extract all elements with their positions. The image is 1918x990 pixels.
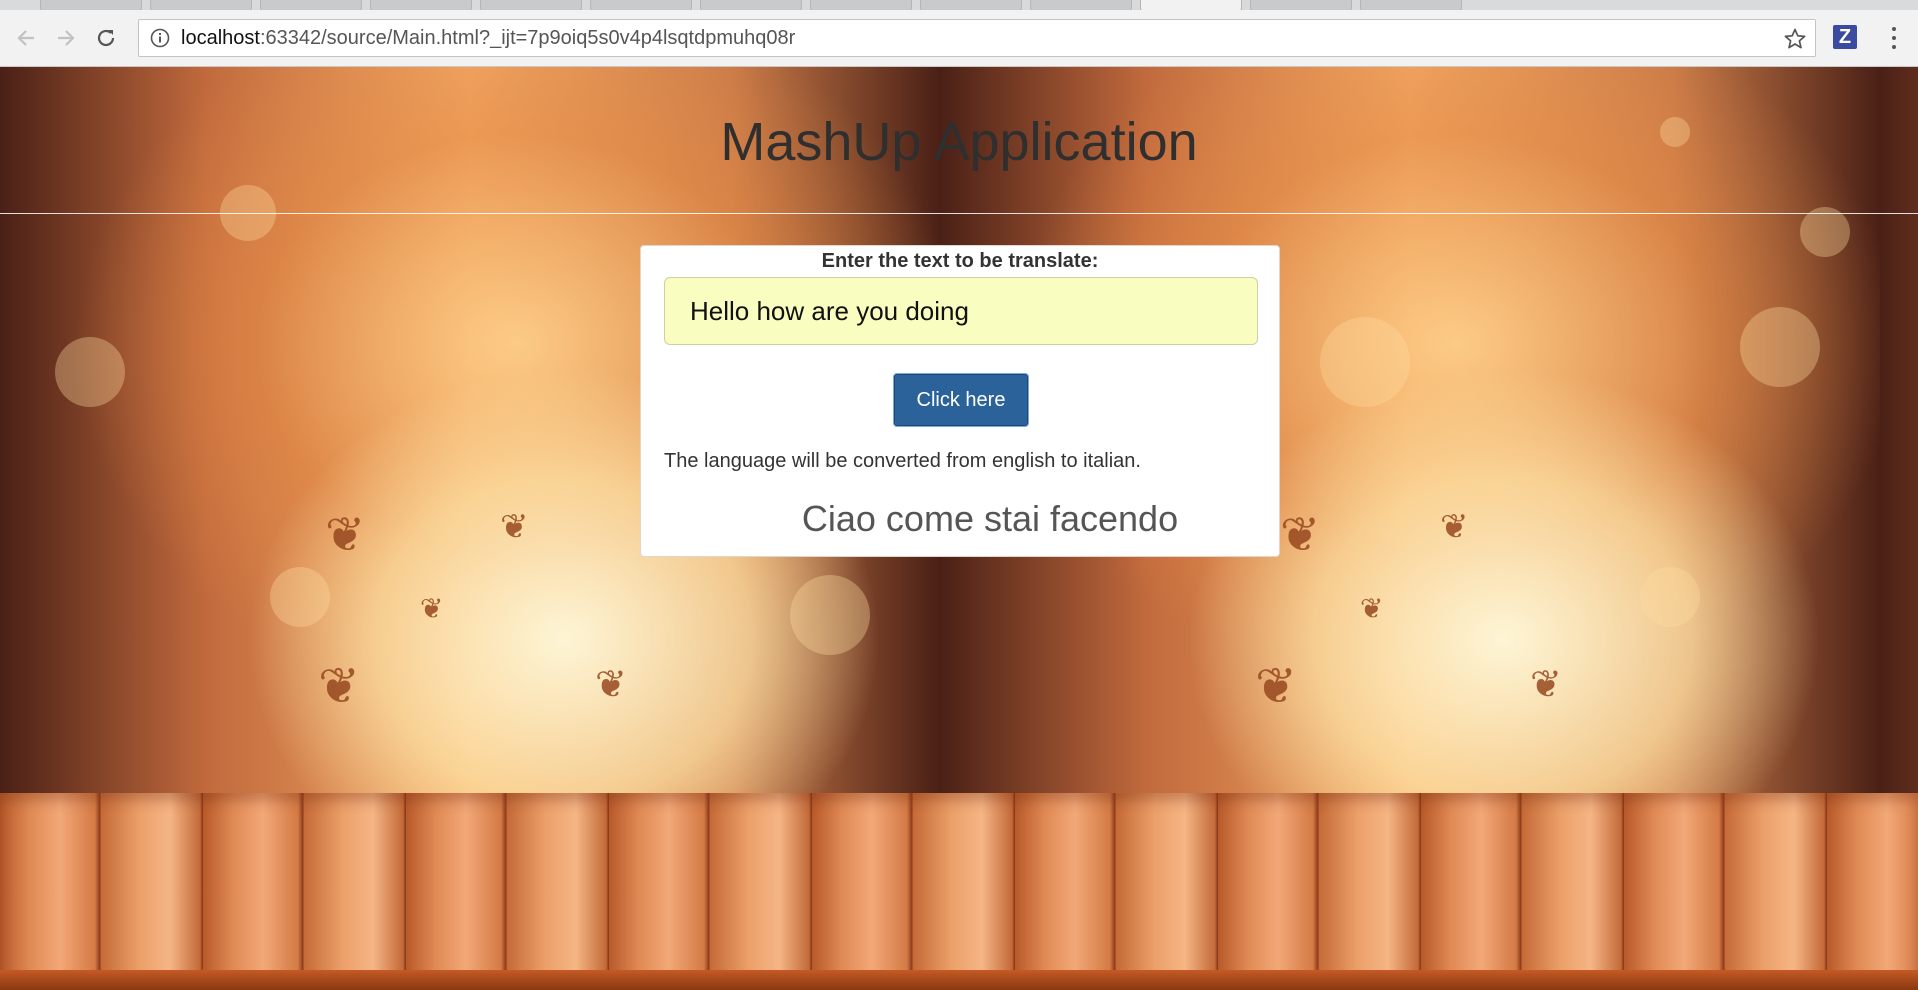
browser-tab[interactable] — [480, 0, 582, 10]
browser-tab[interactable] — [150, 0, 252, 10]
bokeh-light — [1740, 307, 1820, 387]
browser-tab[interactable] — [370, 0, 472, 10]
browser-tab[interactable] — [40, 0, 142, 10]
back-icon — [17, 30, 34, 46]
url-host: localhost — [181, 26, 260, 49]
butterfly-icon: ❦ — [325, 509, 366, 562]
butterfly-icon: ❦ — [1280, 509, 1321, 562]
browser-tab[interactable] — [260, 0, 362, 10]
browser-tab[interactable] — [1360, 0, 1462, 10]
bokeh-light — [790, 575, 870, 655]
language-note: The language will be converted from engl… — [664, 450, 1141, 472]
extension-icon[interactable]: Z — [1833, 25, 1857, 49]
header-divider — [0, 213, 1918, 214]
input-label: Enter the text to be translate: — [821, 250, 1099, 272]
bokeh-light — [270, 567, 330, 627]
translate-button[interactable]: Click here — [894, 374, 1028, 426]
butterfly-icon: ❦ — [1440, 508, 1469, 546]
translation-result: Ciao come stai facendo — [801, 498, 1179, 539]
butterfly-icon: ❦ — [1360, 593, 1384, 624]
translate-card: Enter the text to be translate: Click he… — [640, 245, 1280, 557]
browser-tab[interactable] — [700, 0, 802, 10]
bokeh-light — [1800, 207, 1850, 257]
star-icon[interactable] — [1783, 27, 1807, 51]
info-icon[interactable] — [149, 27, 171, 49]
browser-tab[interactable] — [920, 0, 1022, 10]
browser-tab[interactable] — [810, 0, 912, 10]
bokeh-light — [1640, 567, 1700, 627]
wooden-floor — [0, 793, 1918, 990]
butterfly-icon: ❦ — [1530, 664, 1562, 706]
page-title: MashUp Application — [720, 112, 1198, 172]
butterfly-icon: ❦ — [500, 508, 529, 546]
bokeh-light — [1320, 317, 1410, 407]
url-text[interactable]: localhost:63342/source/Main.html?_ijt=7p… — [181, 27, 795, 50]
reload-button[interactable] — [88, 20, 124, 56]
butterfly-icon: ❦ — [595, 664, 627, 706]
bokeh-light — [55, 337, 125, 407]
browser-tab-active[interactable] — [1140, 0, 1242, 10]
browser-tab[interactable] — [1030, 0, 1132, 10]
floor-edge — [0, 970, 1918, 990]
butterfly-icon: ❦ — [420, 593, 444, 624]
forward-icon — [58, 30, 75, 46]
page-viewport: ❦ ❦ ❦ ❦ ❦ ❦ ❦ ❦ ❦ ❦ MashUp Application E… — [0, 67, 1918, 990]
reload-icon — [97, 29, 115, 47]
butterfly-icon: ❦ — [318, 658, 360, 714]
browser-toolbar: localhost:63342/source/Main.html?_ijt=7p… — [0, 10, 1918, 67]
forward-button[interactable] — [48, 20, 84, 56]
menu-icon[interactable] — [1882, 24, 1906, 52]
tab-strip — [0, 0, 1918, 10]
browser-tab[interactable] — [1250, 0, 1352, 10]
url-path: :63342/source/Main.html?_ijt=7p9oiq5s0v4… — [259, 26, 796, 49]
address-bar[interactable]: localhost:63342/source/Main.html?_ijt=7p… — [138, 19, 1816, 57]
butterfly-icon: ❦ — [1255, 658, 1297, 714]
browser-tab[interactable] — [590, 0, 692, 10]
back-button[interactable] — [8, 20, 44, 56]
page-header: MashUp Application — [0, 67, 1918, 213]
translate-input[interactable] — [664, 277, 1258, 345]
